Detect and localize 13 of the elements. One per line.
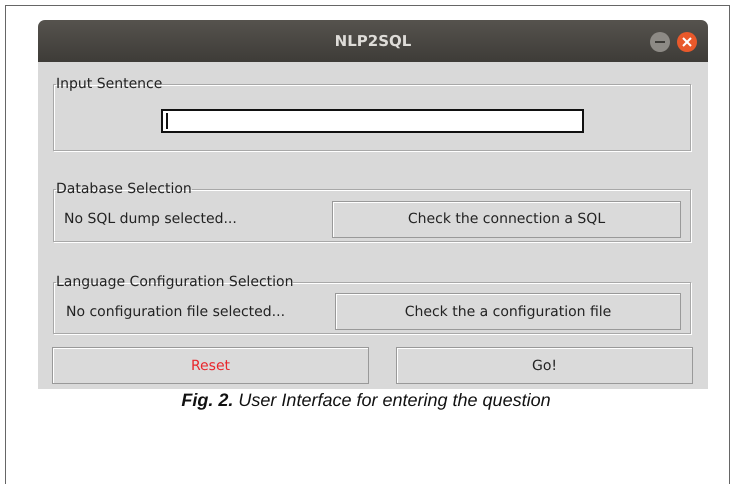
check-connection-button[interactable]: Check the connection a SQL bbox=[332, 200, 681, 238]
status-text: No SQL dump selected... bbox=[64, 211, 238, 227]
group-title: Database Selection bbox=[56, 181, 192, 197]
group-title: Language Configuration Selection bbox=[56, 274, 294, 290]
group-title: Input Sentence bbox=[56, 76, 162, 92]
input-field[interactable] bbox=[160, 109, 584, 133]
minimize-icon[interactable] bbox=[649, 31, 671, 53]
window-title: NLP2SQL bbox=[334, 32, 412, 50]
status-text: No configuration file selected... bbox=[66, 304, 286, 320]
figure-caption: Fig. 2. User Interface for entering the question bbox=[181, 390, 551, 410]
go-button[interactable]: Go! bbox=[396, 347, 693, 384]
close-icon[interactable] bbox=[676, 31, 698, 53]
check-configuration-button[interactable]: Check the a configuration file bbox=[335, 293, 681, 330]
